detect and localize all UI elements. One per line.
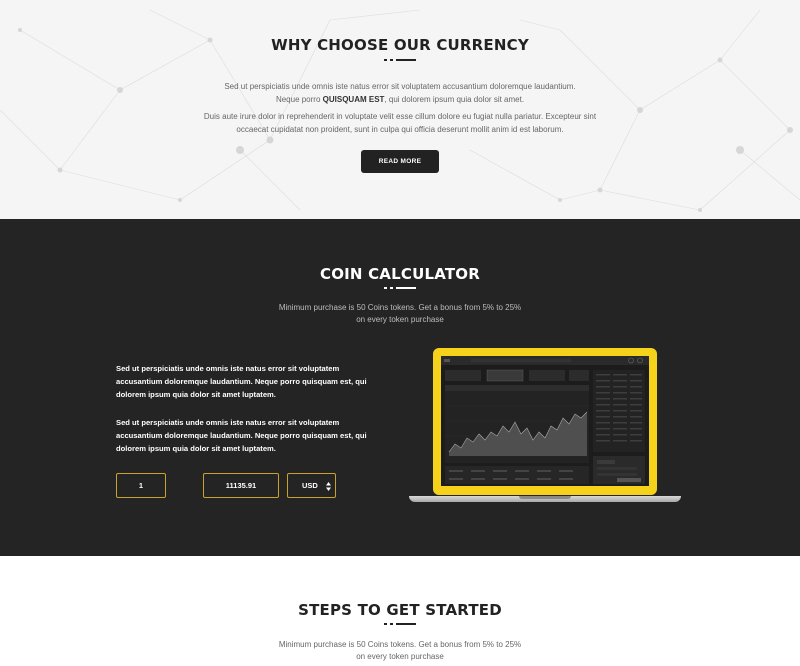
why-bold-text: QUISQUAM EST	[322, 95, 385, 104]
why-paragraph-line: Neque porro QUISQUAM EST, qui dolorem ip…	[0, 93, 800, 106]
calculator-subtitle: on every token purchase	[356, 315, 444, 324]
steps-section: STEPS TO GET STARTED Minimum purchase is…	[0, 556, 800, 666]
steps-subtitle: on every token purchase	[356, 652, 444, 661]
calculator-text-line: Sed ut perspiciatis unde omnis iste natu…	[116, 364, 340, 373]
coin-amount-input[interactable]: 1	[116, 473, 166, 498]
currency-select-value: USD	[302, 481, 318, 490]
why-paragraph-line: Duis aute irure dolor in reprehenderit i…	[203, 112, 597, 121]
laptop-mockup	[433, 348, 657, 495]
why-title: WHY CHOOSE OUR CURRENCY	[271, 36, 529, 54]
dashboard-graphic	[441, 356, 649, 484]
why-paragraph-line: occaecat cupidatat non proident, sunt in…	[236, 125, 564, 134]
converted-value-field[interactable]: 11135.91	[203, 473, 279, 498]
currency-select[interactable]: USD	[287, 473, 336, 498]
why-paragraph-line: Sed ut perspiciatis unde omnis iste natu…	[0, 80, 800, 93]
why-text: Neque porro	[275, 95, 323, 104]
updown-arrows-icon	[326, 482, 331, 491]
calculator-subtitle: Minimum purchase is 50 Coins tokens. Get…	[278, 303, 522, 312]
calculator-text-line: dolorem ipsum quia dolor sit amet luptat…	[116, 390, 276, 399]
why-choose-section: WHY CHOOSE OUR CURRENCY Sed ut perspicia…	[0, 0, 800, 219]
calculator-text-line: Sed ut perspiciatis unde omnis iste natu…	[116, 418, 340, 427]
trading-dashboard-screenshot	[441, 356, 649, 486]
calculator-text-line: accusantium doloremque laudantium. Neque…	[116, 431, 367, 440]
calculator-title: COIN CALCULATOR	[319, 265, 481, 283]
steps-title: STEPS TO GET STARTED	[298, 601, 502, 619]
laptop-notch	[519, 496, 571, 499]
calculator-text-line: dolorem ipsum quia dolor sit amet luptat…	[116, 444, 276, 453]
title-divider	[0, 623, 800, 627]
title-divider	[0, 59, 800, 63]
why-text: , qui dolorem ipsum quia dolor sit amet.	[384, 95, 525, 104]
title-divider	[0, 287, 800, 291]
coin-calculator-section: COIN CALCULATOR Minimum purchase is 50 C…	[0, 219, 800, 556]
calculator-text-line: accusantium doloremque laudantium. Neque…	[116, 377, 367, 386]
read-more-button[interactable]: READ MORE	[361, 150, 439, 173]
why-text: Sed ut perspiciatis unde omnis iste natu…	[224, 82, 576, 91]
